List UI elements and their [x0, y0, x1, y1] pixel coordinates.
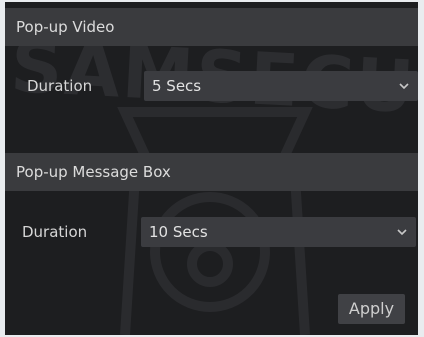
select-value: 10 Secs	[149, 223, 208, 241]
chevron-down-icon	[399, 83, 409, 90]
chevron-down-icon	[397, 229, 407, 236]
popup-message-duration-select[interactable]: 10 Secs	[141, 217, 416, 247]
select-value: 5 Secs	[152, 77, 202, 95]
section-title: Pop-up Video	[16, 18, 115, 36]
section-header-popup-video: Pop-up Video	[5, 8, 418, 46]
popup-video-duration-select[interactable]: 5 Secs	[144, 71, 418, 101]
apply-button[interactable]: Apply	[338, 294, 405, 324]
section-header-popup-message-box: Pop-up Message Box	[5, 153, 418, 191]
duration-label: Duration	[27, 77, 93, 95]
section-title: Pop-up Message Box	[16, 163, 171, 181]
popup-settings-panel: SAMSECU Pop-up Video Duration 5 Secs Pop…	[5, 2, 418, 335]
duration-label: Duration	[22, 223, 88, 241]
